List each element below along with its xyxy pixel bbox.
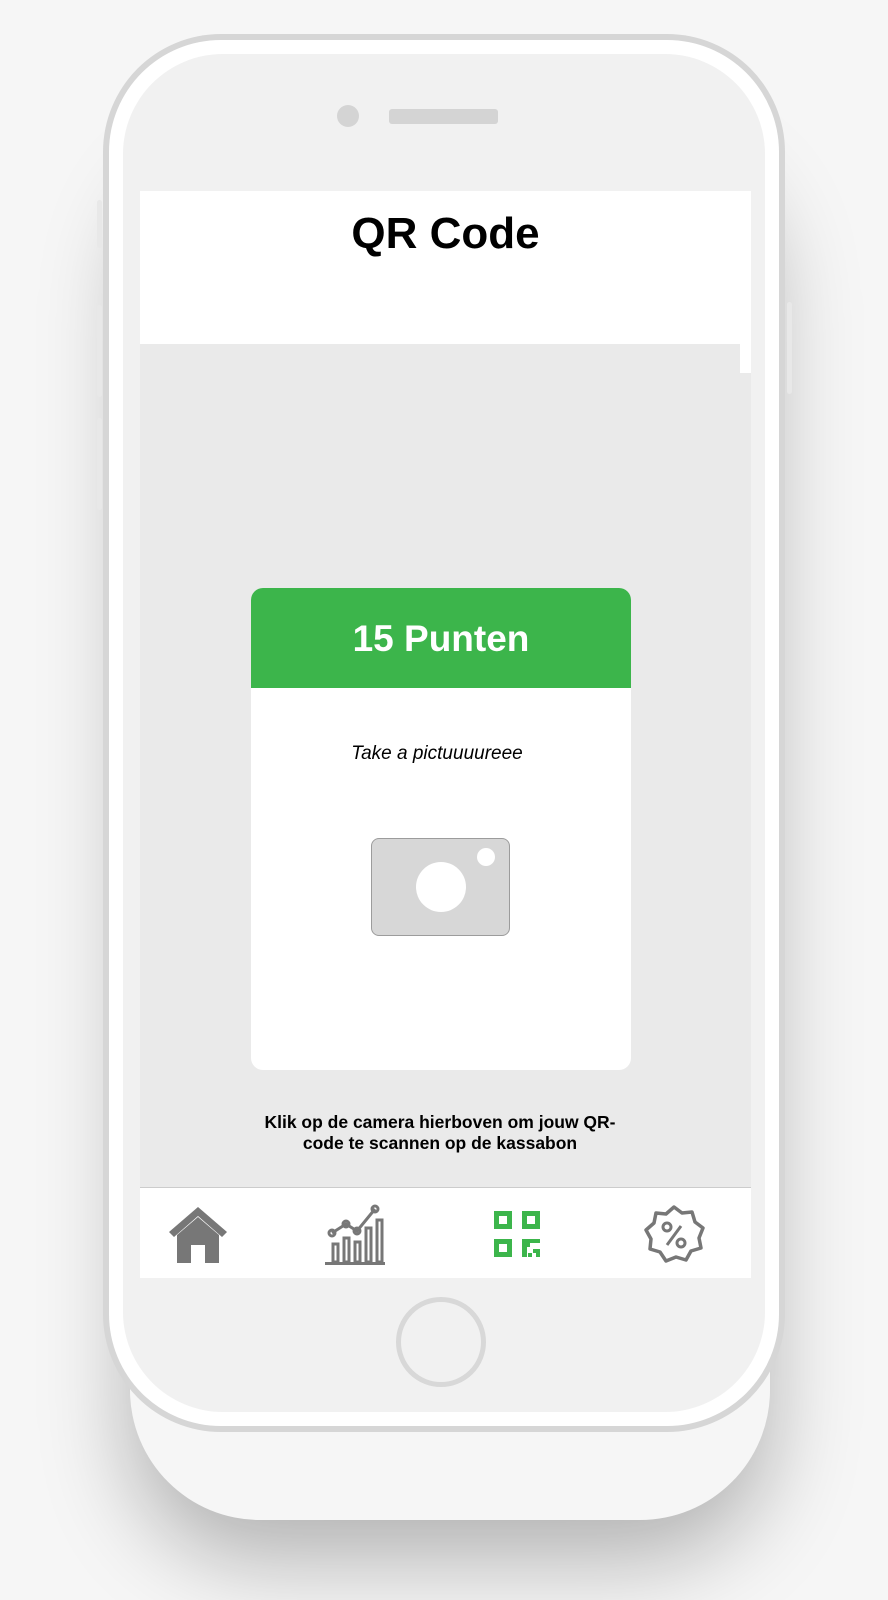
tab-statistics[interactable] — [320, 1202, 390, 1268]
power-button — [787, 302, 792, 394]
front-camera — [337, 105, 359, 127]
discount-badge-icon — [644, 1205, 705, 1263]
content-area: 15 Punten Take a pictuuuureee Klik op de… — [140, 344, 751, 1278]
tab-discounts[interactable] — [639, 1202, 709, 1268]
camera-button[interactable] — [371, 838, 510, 936]
home-button[interactable] — [396, 1297, 486, 1387]
page-title: QR Code — [351, 209, 540, 258]
camera-flash — [477, 848, 495, 866]
camera-lens — [416, 862, 466, 912]
earpiece-speaker — [389, 109, 498, 124]
mute-switch — [97, 200, 102, 248]
screen: QR Code 15 Punten Take a pictuuuureee Kl… — [140, 191, 751, 1278]
scan-instructions: Klik op de camera hierboven om jouw QR-c… — [264, 1112, 616, 1153]
card-header: 15 Punten — [251, 588, 631, 688]
tab-bar — [140, 1187, 751, 1278]
volume-down-button — [97, 418, 102, 510]
points-card: 15 Punten Take a pictuuuureee — [251, 588, 631, 1070]
home-icon — [169, 1207, 227, 1263]
card-caption: Take a pictuuuureee — [351, 743, 523, 764]
points-label: 15 Punten — [352, 618, 530, 659]
qr-code-icon — [494, 1211, 540, 1257]
volume-up-button — [97, 305, 102, 397]
header: QR Code — [140, 191, 751, 344]
tab-qr-code[interactable] — [483, 1202, 553, 1268]
chart-icon — [325, 1204, 385, 1265]
tab-home[interactable] — [163, 1202, 233, 1268]
